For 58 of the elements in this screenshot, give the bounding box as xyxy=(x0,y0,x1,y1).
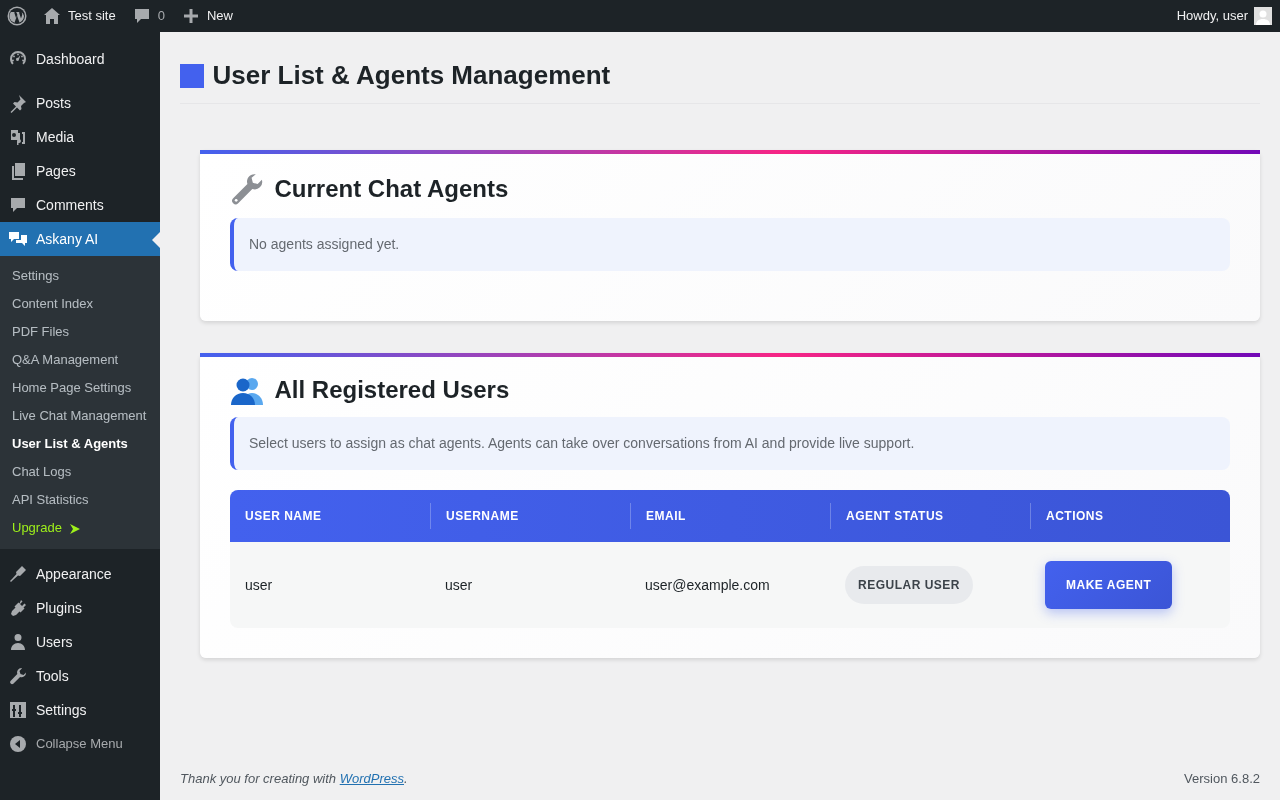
menu-item[interactable]: Askany AI xyxy=(0,222,160,256)
plug-icon xyxy=(8,598,28,618)
notice-box: Select users to assign as chat agents. Agents can take over conversations from AI and provide live support. xyxy=(230,417,1230,471)
media-icon xyxy=(8,127,28,147)
people-icon xyxy=(230,375,264,406)
menu-item[interactable]: Settings xyxy=(0,693,160,727)
paintbrush-icon xyxy=(8,564,28,584)
person-icon xyxy=(8,632,28,652)
menu-item[interactable]: Comments xyxy=(0,188,160,222)
table-cell-text: user xyxy=(245,575,274,595)
submenu-item[interactable]: Chat Logs xyxy=(0,458,160,486)
menu-item[interactable]: Media xyxy=(0,120,160,154)
menu-item[interactable]: Pages xyxy=(0,154,160,188)
title-square-icon xyxy=(180,63,204,88)
menu-item[interactable]: Users xyxy=(0,625,160,659)
submenu-item[interactable]: User List & Agents xyxy=(0,430,160,458)
menu-item[interactable]: Dashboard xyxy=(0,42,160,76)
table-cell-text: user xyxy=(445,575,474,595)
account-link[interactable]: Howdy, user xyxy=(1168,0,1280,32)
site-name-link[interactable]: Test site xyxy=(34,0,124,32)
speech-bubble-icon xyxy=(8,195,28,215)
column-header: USERNAME xyxy=(430,503,630,530)
page-title: User List & Agents Management xyxy=(212,60,611,92)
submenu-item[interactable]: Live Chat Management xyxy=(0,402,160,430)
table-cell-text: user@example.com xyxy=(645,575,771,595)
sliders-icon xyxy=(8,700,28,720)
notice-box: No agents assigned yet. xyxy=(230,218,1230,272)
status-badge: REGULAR USER xyxy=(845,566,973,605)
submenu-item[interactable]: Home Page Settings xyxy=(0,374,160,402)
wrench-icon xyxy=(230,172,264,207)
submenu-item[interactable]: PDF Files xyxy=(0,318,160,346)
column-header: EMAIL xyxy=(630,503,830,530)
home-icon xyxy=(42,6,62,26)
make-agent-button[interactable]: MAKE AGENT xyxy=(1045,561,1173,610)
column-header: ACTIONS xyxy=(1030,503,1230,530)
menu-item[interactable]: Plugins xyxy=(0,591,160,625)
collapse-menu-button[interactable]: Collapse Menu xyxy=(0,727,160,761)
submenu-item[interactable]: Content Index xyxy=(0,290,160,318)
menu-item[interactable]: Posts xyxy=(0,86,160,120)
menu-item[interactable]: Appearance xyxy=(0,557,160,591)
version-text: Version 6.8.2 xyxy=(1184,769,1260,788)
submenu-item[interactable]: Upgrade xyxy=(0,514,160,542)
submenu-item[interactable]: Settings xyxy=(0,262,160,290)
wrench-icon xyxy=(8,666,28,686)
submenu-item[interactable]: API Statistics xyxy=(0,486,160,514)
wordpress-logo-icon[interactable] xyxy=(7,6,27,26)
section-title: Current Chat Agents xyxy=(274,174,509,204)
section-title: All Registered Users xyxy=(274,375,510,405)
wordpress-link[interactable]: WordPress xyxy=(339,770,404,786)
pushpin-icon xyxy=(8,93,28,113)
new-content-link[interactable]: New xyxy=(172,0,241,32)
menu-item[interactable]: Tools xyxy=(0,659,160,693)
column-header: AGENT STATUS xyxy=(830,503,1030,530)
submenu-item[interactable]: Q&A Management xyxy=(0,346,160,374)
footer-text: Thank you for creating with WordPress. xyxy=(180,769,408,788)
column-header: USER NAME xyxy=(244,508,323,526)
arrow-icon xyxy=(68,522,81,535)
comments-link[interactable]: 0 xyxy=(123,0,173,32)
